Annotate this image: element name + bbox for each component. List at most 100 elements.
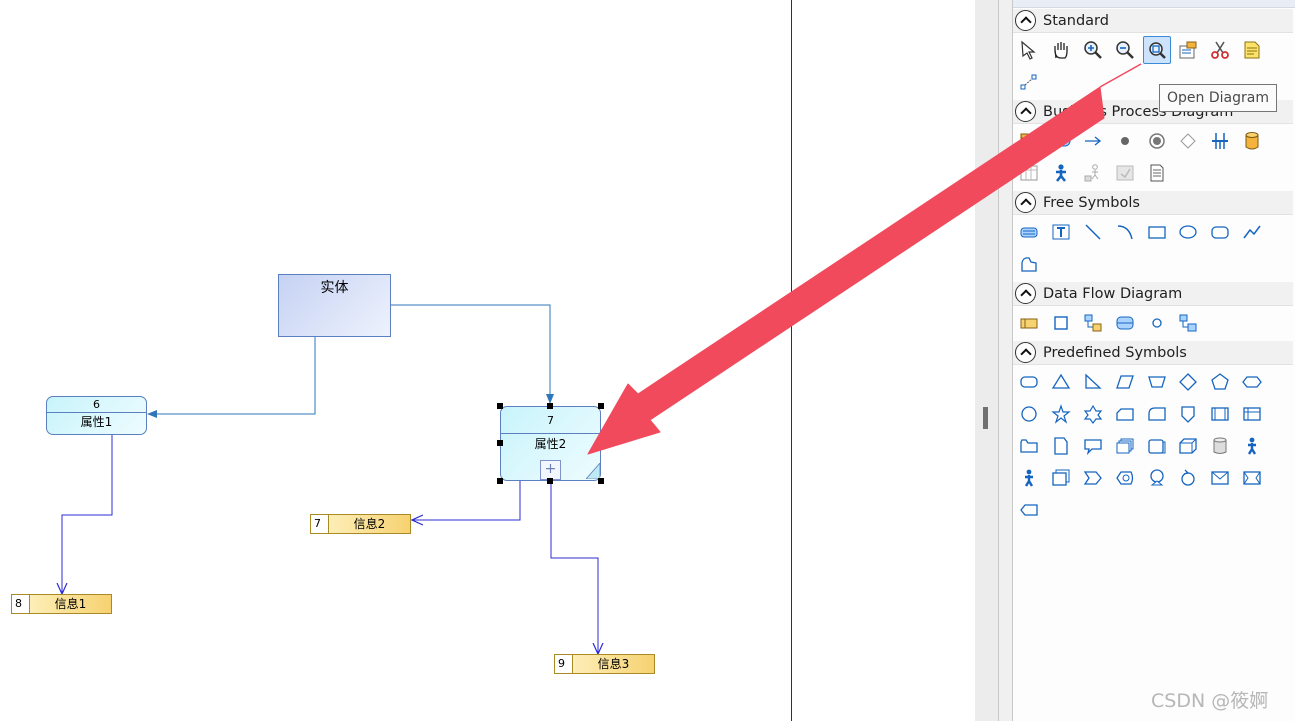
six-star-icon[interactable]	[1080, 401, 1106, 427]
organization-unit-icon[interactable]	[1048, 160, 1074, 186]
rounded-box-icon[interactable]	[1016, 369, 1042, 395]
star-icon[interactable]	[1048, 401, 1074, 427]
person-icon[interactable]	[1239, 433, 1265, 459]
speech-icon[interactable]	[1080, 433, 1106, 459]
link-icon[interactable]	[1016, 69, 1042, 95]
section-header[interactable]: Predefined Symbols	[1013, 341, 1293, 365]
collapse-icon[interactable]	[1015, 101, 1036, 122]
selection-handle[interactable]	[497, 403, 503, 409]
card-icon[interactable]	[1112, 401, 1138, 427]
selection-handle[interactable]	[547, 403, 553, 409]
rectangle-icon[interactable]	[1144, 219, 1170, 245]
zoom-in-icon[interactable]	[1080, 37, 1106, 63]
cube-icon[interactable]	[1175, 433, 1201, 459]
polyline-icon[interactable]	[1239, 219, 1265, 245]
selection-handle[interactable]	[547, 478, 553, 484]
title-icon[interactable]	[1016, 219, 1042, 245]
selection-handle[interactable]	[598, 478, 604, 484]
envelope-icon[interactable]	[1207, 465, 1233, 491]
ellipse-icon[interactable]	[1175, 219, 1201, 245]
ticket-icon[interactable]	[1239, 465, 1265, 491]
link-entity-to-process-1[interactable]	[147, 337, 316, 418]
subprocess-icon[interactable]: +	[540, 460, 561, 480]
flow-process-1-to-store-1[interactable]	[62, 435, 113, 594]
flow-process-2-to-store-2[interactable]	[412, 481, 521, 520]
window-icon[interactable]	[1048, 465, 1074, 491]
actor-icon[interactable]	[1080, 160, 1106, 186]
panel-splitter[interactable]	[975, 0, 998, 721]
process-node-1[interactable]: 6 属性1	[46, 396, 147, 435]
document-icon[interactable]	[1144, 160, 1170, 186]
flow-process-2-to-store-3[interactable]	[550, 481, 598, 654]
start-icon[interactable]	[1112, 128, 1138, 154]
folder-icon[interactable]	[1016, 433, 1042, 459]
cut-icon[interactable]	[1207, 37, 1233, 63]
text-icon[interactable]	[1048, 219, 1074, 245]
data-store-1[interactable]: 8 信息1	[11, 594, 112, 614]
selection-handle[interactable]	[497, 440, 503, 446]
split-merge-icon[interactable]	[1080, 310, 1106, 336]
balloon-icon[interactable]	[1144, 465, 1170, 491]
pentagon-icon[interactable]	[1207, 369, 1233, 395]
stack-icon[interactable]	[1112, 433, 1138, 459]
link-entity-to-process-2[interactable]	[391, 304, 554, 404]
selection-handle[interactable]	[598, 403, 604, 409]
open-diagram-icon[interactable]	[1143, 36, 1171, 64]
tag-icon[interactable]	[1016, 497, 1042, 523]
selection-handle[interactable]	[598, 440, 604, 446]
synchronization-icon[interactable]	[1207, 128, 1233, 154]
package-icon[interactable]	[1016, 128, 1042, 154]
zoom-out-icon[interactable]	[1112, 37, 1138, 63]
box-3d-icon[interactable]	[1144, 433, 1170, 459]
chevron-icon[interactable]	[1080, 465, 1106, 491]
hexagon-icon[interactable]	[1239, 369, 1265, 395]
file-object-icon[interactable]	[1112, 160, 1138, 186]
data-store-icon[interactable]	[1016, 310, 1042, 336]
decision-icon[interactable]	[1175, 128, 1201, 154]
person-2-icon[interactable]	[1016, 465, 1042, 491]
section-header[interactable]: Data Flow Diagram	[1013, 282, 1293, 306]
triangle-icon[interactable]	[1048, 369, 1074, 395]
collapse-icon[interactable]	[1015, 192, 1036, 213]
circular-arrow-icon[interactable]	[1175, 465, 1201, 491]
flow-process-icon[interactable]	[1112, 310, 1138, 336]
line-icon[interactable]	[1080, 219, 1106, 245]
diamond-icon[interactable]	[1175, 369, 1201, 395]
collapse-icon[interactable]	[1015, 283, 1036, 304]
page-icon[interactable]	[1048, 433, 1074, 459]
process-square-icon[interactable]	[1048, 310, 1074, 336]
section-header[interactable]: Free Symbols	[1013, 191, 1293, 215]
data-store-3[interactable]: 9 信息3	[554, 654, 655, 674]
diagram-canvas[interactable]: 实体 6 属性1 7 属性2 + 7 信息2 8 信息1 9 信息3	[0, 0, 975, 721]
scroll-icon[interactable]	[1112, 465, 1138, 491]
cylinder-icon[interactable]	[1207, 433, 1233, 459]
end-icon[interactable]	[1144, 128, 1170, 154]
resource-icon[interactable]	[1239, 128, 1265, 154]
data-store-2[interactable]: 7 信息2	[310, 514, 411, 534]
table-icon[interactable]	[1239, 401, 1265, 427]
circle-shape-icon[interactable]	[1016, 401, 1042, 427]
swimlane-icon[interactable]	[1016, 160, 1042, 186]
frame-icon[interactable]	[1207, 401, 1233, 427]
splitter-grip[interactable]	[983, 407, 988, 429]
collapse-icon[interactable]	[1015, 342, 1036, 363]
rounded-card-icon[interactable]	[1144, 401, 1170, 427]
trapezoid-icon[interactable]	[1144, 369, 1170, 395]
entity-node[interactable]: 实体	[278, 274, 391, 337]
circle-icon[interactable]	[1144, 310, 1170, 336]
right-triangle-icon[interactable]	[1080, 369, 1106, 395]
selection-handle[interactable]	[497, 478, 503, 484]
parallelogram-icon[interactable]	[1112, 369, 1138, 395]
notes-icon[interactable]	[1239, 37, 1265, 63]
properties-icon[interactable]	[1175, 37, 1201, 63]
shield-icon[interactable]	[1175, 401, 1201, 427]
flow-icon[interactable]	[1080, 128, 1106, 154]
collapse-icon[interactable]	[1015, 10, 1036, 31]
section-header[interactable]: Standard	[1013, 9, 1293, 33]
link-flow-icon[interactable]	[1175, 310, 1201, 336]
hand-icon[interactable]	[1048, 37, 1074, 63]
polygon-icon[interactable]	[1016, 251, 1042, 277]
arc-icon[interactable]	[1112, 219, 1138, 245]
rounded-rectangle-icon[interactable]	[1207, 219, 1233, 245]
pointer-icon[interactable]	[1016, 37, 1042, 63]
